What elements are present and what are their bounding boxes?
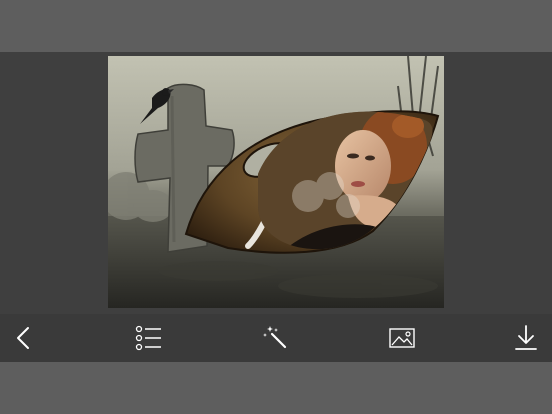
bottom-toolbar — [0, 314, 552, 362]
bottom-bar — [0, 362, 552, 414]
gallery-button[interactable] — [378, 314, 426, 362]
back-button[interactable] — [0, 314, 48, 362]
magic-wand-icon — [263, 326, 287, 349]
magic-wand-button[interactable] — [252, 314, 300, 362]
list-button[interactable] — [125, 314, 173, 362]
photo-composite[interactable] — [108, 56, 444, 308]
editor-canvas — [0, 52, 552, 314]
image-icon — [389, 328, 415, 348]
list-icon — [135, 325, 161, 351]
download-button[interactable] — [502, 314, 550, 362]
chevron-left-icon — [17, 327, 29, 349]
download-icon — [515, 325, 537, 350]
photo-artwork — [108, 56, 444, 308]
top-bar — [0, 0, 552, 52]
